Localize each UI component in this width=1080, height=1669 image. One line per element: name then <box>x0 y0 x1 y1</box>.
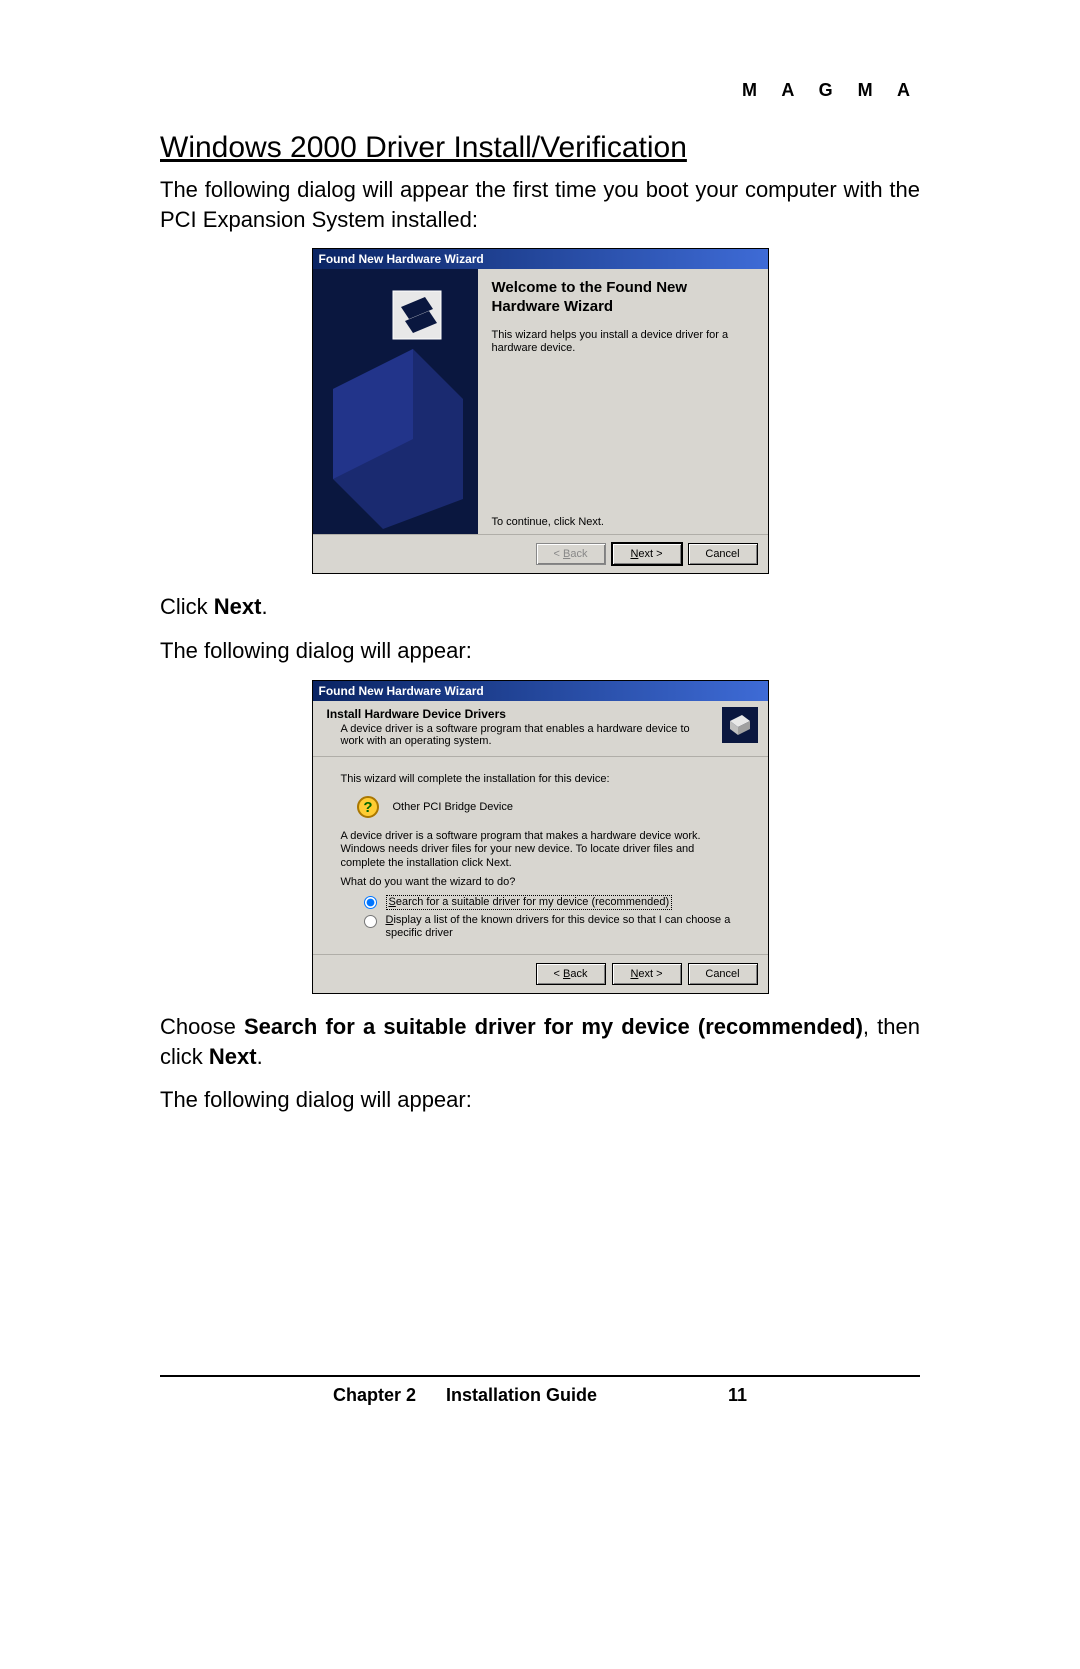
wizard-sidebar-graphic <box>313 269 478 534</box>
svg-text:?: ? <box>363 799 372 816</box>
wizard-dialog-welcome: Found New Hardware Wizard Welcome to the… <box>312 248 769 574</box>
click-next-text: Click Next. <box>160 592 920 622</box>
dialog2-header: Install Hardware Device Drivers A device… <box>313 701 768 757</box>
brand-header: M A G M A <box>160 80 920 101</box>
radio-search-label: Search for a suitable driver for my devi… <box>386 895 673 910</box>
back-button[interactable]: < Back <box>536 963 606 985</box>
following-dialog-text-1: The following dialog will appear: <box>160 636 920 666</box>
wizard-continue-hint: To continue, click Next. <box>492 416 756 528</box>
dialog2-line1: This wizard will complete the installati… <box>341 773 740 786</box>
next-button[interactable]: Next > <box>612 543 682 565</box>
footer-chapter: Chapter 2 <box>333 1385 416 1406</box>
dialog2-titlebar: Found New Hardware Wizard <box>313 681 768 701</box>
radio-search-input[interactable] <box>364 896 377 909</box>
next-button[interactable]: Next > <box>612 963 682 985</box>
radio-display-list[interactable]: Display a list of the known drivers for … <box>359 914 740 940</box>
footer-guide: Installation Guide <box>446 1385 597 1406</box>
dialog2-line2: A device driver is a software program th… <box>341 830 740 870</box>
wizard-dialog-install-drivers: Found New Hardware Wizard Install Hardwa… <box>312 680 769 994</box>
cancel-button[interactable]: Cancel <box>688 963 758 985</box>
footer-page-number: 11 <box>707 1385 747 1406</box>
dialog1-titlebar: Found New Hardware Wizard <box>313 249 768 269</box>
following-dialog-text-2: The following dialog will appear: <box>160 1085 920 1115</box>
radio-search-driver[interactable]: Search for a suitable driver for my devi… <box>359 895 740 910</box>
device-name: Other PCI Bridge Device <box>393 801 513 814</box>
page-footer: Chapter 2 Installation Guide 11 <box>160 1385 920 1406</box>
cancel-button[interactable]: Cancel <box>688 543 758 565</box>
dialog2-head-sub: A device driver is a software program th… <box>341 723 716 748</box>
dialog2-button-row: < Back Next > Cancel <box>313 954 768 993</box>
device-row: ? Other PCI Bridge Device <box>355 794 740 820</box>
intro-text: The following dialog will appear the fir… <box>160 175 920 234</box>
radio-display-input[interactable] <box>364 915 377 928</box>
dialog2-line3: What do you want the wizard to do? <box>341 876 740 889</box>
footer-rule <box>160 1375 920 1377</box>
hardware-icon <box>722 707 758 743</box>
dialog1-button-row: < Back Next > Cancel <box>313 534 768 573</box>
question-icon: ? <box>355 794 381 820</box>
wizard-description: This wizard helps you install a device d… <box>492 329 756 355</box>
section-title: Windows 2000 Driver Install/Verification <box>160 131 920 165</box>
wizard-heading: Welcome to the Found New Hardware Wizard <box>492 279 756 317</box>
choose-text: Choose Search for a suitable driver for … <box>160 1012 920 1071</box>
dialog2-head-title: Install Hardware Device Drivers <box>327 707 716 721</box>
radio-display-label: Display a list of the known drivers for … <box>386 914 740 940</box>
back-button: < Back <box>536 543 606 565</box>
